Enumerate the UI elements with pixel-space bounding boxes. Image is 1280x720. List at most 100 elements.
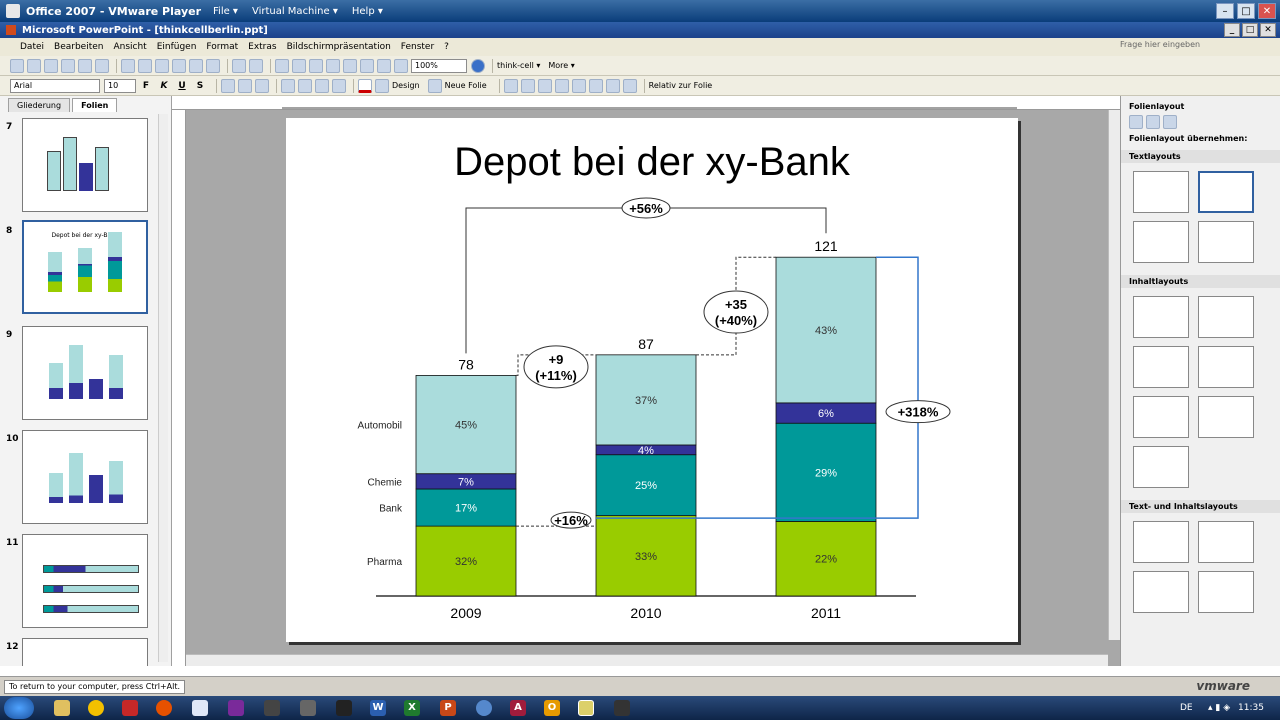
font-color-icon[interactable] [358,78,372,93]
layout-text-two-content[interactable] [1133,571,1189,613]
align-objects-left-icon[interactable] [503,78,518,93]
grid-icon[interactable] [377,58,391,73]
horizontal-scrollbar[interactable] [186,654,1108,666]
vm-menu-help[interactable]: Help ▾ [352,6,383,17]
menu-datei[interactable]: Datei [20,42,44,52]
expand-all-icon[interactable] [343,58,357,73]
app-minimize-button[interactable]: _ [1224,23,1240,37]
data-label[interactable]: 17% [455,503,477,515]
layout-title-four-content[interactable] [1133,396,1189,438]
align-left-icon[interactable] [221,78,235,93]
help-icon[interactable] [471,58,485,73]
cut-icon[interactable] [155,58,169,73]
layout-content[interactable] [1198,296,1254,338]
vm-minimize-button[interactable]: – [1216,3,1234,19]
step1-text[interactable]: (+11%) [535,368,577,383]
pen2-icon[interactable] [300,700,316,716]
series-name-automobil[interactable]: Automobil [358,421,402,432]
layout-two-column-text[interactable] [1198,221,1254,263]
slide-canvas[interactable]: Depot bei der xy-Bank 32% 17% 7% 45% 78 2009 3… [286,118,1018,642]
data-label[interactable]: 22% [815,554,837,566]
vm-maximize-button[interactable]: □ [1237,3,1255,19]
layout-two-content-text[interactable] [1198,571,1254,613]
font-size-select[interactable]: 10 [104,78,136,93]
zoom-select[interactable]: 100% [411,58,467,73]
print-icon[interactable] [78,58,92,73]
cagr-bracket[interactable] [465,207,827,354]
increase-font-icon[interactable] [315,78,329,93]
thumbnails-scrollbar[interactable] [158,114,168,662]
category-label[interactable]: 2009 [450,605,481,621]
new-slide-icon[interactable] [427,78,442,93]
data-label[interactable]: 25% [635,480,657,492]
forward-icon[interactable] [1146,115,1160,129]
word-icon[interactable]: W [370,700,386,716]
thinkcell-taskbar-icon[interactable] [578,700,594,716]
align-objects-middle-icon[interactable] [571,78,586,93]
acrobat-icon[interactable] [122,700,138,716]
menu-bearbeiten[interactable]: Bearbeiten [54,42,103,52]
copy-icon[interactable] [172,58,186,73]
vertical-scrollbar[interactable] [1108,110,1120,640]
series-name-bank[interactable]: Bank [379,504,403,515]
open-icon[interactable] [27,58,41,73]
start-button[interactable] [4,697,34,719]
total-label[interactable]: 121 [814,238,838,254]
layout-blank[interactable] [1133,296,1189,338]
more-menu[interactable]: More ▾ [548,61,574,70]
slide-thumbnail-11[interactable] [22,534,148,628]
menu-extras[interactable]: Extras [248,42,276,52]
total-growth-text[interactable]: +318% [898,405,939,420]
firefox-icon[interactable] [156,700,172,716]
tab-folien[interactable]: Folien [72,98,118,112]
menu-einfuegen[interactable]: Einfügen [157,42,197,52]
outlook-icon[interactable] [476,700,492,716]
layout-title[interactable] [1198,171,1254,213]
undo-icon[interactable] [232,58,246,73]
distribute-vertical-icon[interactable] [622,78,637,93]
vm-menu-virtual-machine[interactable]: Virtual Machine ▾ [252,6,338,17]
onenote-icon[interactable] [228,700,244,716]
layout-title-large-content[interactable] [1133,446,1189,488]
research-icon[interactable] [138,58,152,73]
norton-icon[interactable] [88,700,104,716]
numbering-icon[interactable] [281,78,295,93]
terminal-icon[interactable] [336,700,352,716]
align-objects-bottom-icon[interactable] [588,78,603,93]
layout-title-text[interactable] [1133,221,1189,263]
vm-close-button[interactable]: ✕ [1258,3,1276,19]
data-label[interactable]: 6% [818,408,834,420]
data-label[interactable]: 45% [455,420,477,432]
category-label[interactable]: 2010 [630,605,661,621]
slide-thumbnail-12[interactable] [22,638,148,666]
total-label[interactable]: 87 [638,336,654,352]
menu-ansicht[interactable]: Ansicht [113,42,146,52]
excel-icon[interactable]: X [404,700,420,716]
data-label[interactable]: 33% [635,551,657,563]
slide-thumbnail-7[interactable] [22,118,148,212]
bold-button[interactable]: F [140,81,152,91]
layout-title-two-content[interactable] [1198,346,1254,388]
data-label[interactable]: 43% [815,325,837,337]
powerpoint-taskbar-icon[interactable]: P [440,700,456,716]
series-name-chemie[interactable]: Chemie [368,477,403,488]
menu-format[interactable]: Format [206,42,238,52]
total-label[interactable]: 78 [458,356,474,372]
layout-title-only[interactable] [1133,171,1189,213]
distribute-horizontal-icon[interactable] [605,78,620,93]
tab-gliederung[interactable]: Gliederung [8,98,71,112]
cagr-top-text[interactable]: +56% [629,201,663,216]
align-objects-top-icon[interactable] [554,78,569,93]
new-icon[interactable] [10,58,24,73]
data-label[interactable]: 32% [455,556,477,568]
show-formatting-icon[interactable] [360,58,374,73]
font-name-select[interactable]: Arial [10,78,100,93]
shadow-button[interactable]: S [194,81,206,91]
insert-picture-icon[interactable] [326,58,340,73]
app-close-button[interactable]: ✕ [1260,23,1276,37]
slide-thumbnail-9[interactable] [22,326,148,420]
step1-text[interactable]: +9 [549,352,564,367]
relative-to-slide-toggle[interactable]: Relativ zur Folie [649,81,713,90]
redo-icon[interactable] [249,58,263,73]
clock[interactable]: 11:35 [1238,703,1264,713]
